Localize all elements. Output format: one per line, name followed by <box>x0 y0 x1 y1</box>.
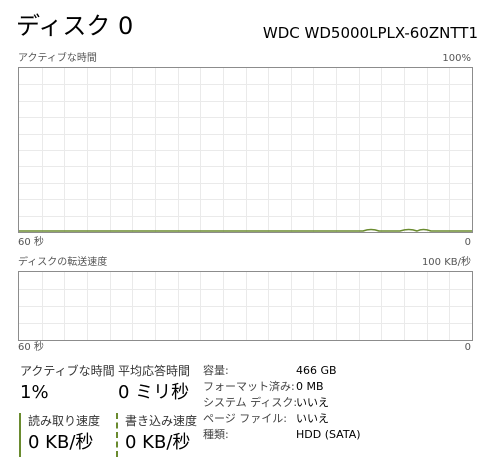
avg-response-stat-label: 平均応答時間 <box>118 364 191 378</box>
active-time-graph-max: 100% <box>442 53 471 64</box>
transfer-graph <box>18 271 473 341</box>
page-title: ディスク 0 <box>16 12 134 40</box>
write-speed-indicator <box>116 413 118 457</box>
disk-model: WDC WD5000LPLX-60ZNTT1 <box>262 24 478 42</box>
read-speed-stat-value: 0 KB/秒 <box>28 432 94 453</box>
read-speed-stat-label: 読み取り速度 <box>28 414 101 428</box>
active-time-stat-label: アクティブな時間 <box>20 364 115 378</box>
active-time-graph-label: アクティブな時間 <box>18 53 97 64</box>
write-speed-stat-value: 0 KB/秒 <box>125 432 191 453</box>
system-disk-label: システム ディスク: <box>203 396 298 409</box>
active-time-stat-value: 1% <box>20 382 49 403</box>
active-time-graph <box>18 67 473 233</box>
active-time-graph-duration: 60 秒 <box>18 237 44 248</box>
transfer-graph-min: 0 <box>464 342 471 353</box>
read-speed-indicator <box>19 413 21 457</box>
page-file-label: ページ ファイル: <box>203 412 287 425</box>
capacity-value: 466 GB <box>296 364 337 377</box>
properties-values: 466 GB 0 MB いいえ いいえ HDD (SATA) <box>296 363 361 443</box>
properties-labels: 容量: フォーマット済み: システム ディスク: ページ ファイル: 種類: <box>203 363 297 443</box>
active-time-graph-min: 0 <box>464 237 471 248</box>
transfer-graph-svg <box>19 272 472 340</box>
active-time-graph-svg <box>19 68 472 232</box>
type-label: 種類: <box>203 428 229 441</box>
formatted-value: 0 MB <box>296 380 324 393</box>
write-speed-stat-label: 書き込み速度 <box>125 414 198 428</box>
transfer-graph-max: 100 KB/秒 <box>421 257 471 268</box>
type-value: HDD (SATA) <box>296 428 361 441</box>
transfer-graph-label: ディスクの転送速度 <box>18 257 108 268</box>
transfer-graph-duration: 60 秒 <box>18 342 44 353</box>
formatted-label: フォーマット済み: <box>203 380 295 393</box>
page-file-value: いいえ <box>296 412 329 425</box>
system-disk-value: いいえ <box>296 396 329 409</box>
avg-response-stat-value: 0 ミリ秒 <box>118 382 190 403</box>
capacity-label: 容量: <box>203 364 229 377</box>
